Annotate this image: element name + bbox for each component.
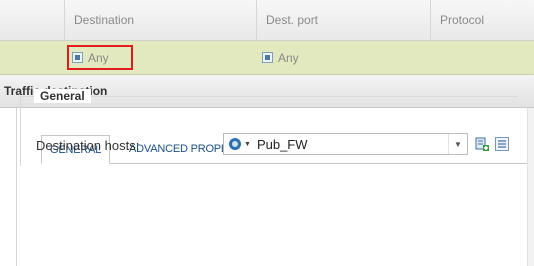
dest-port-value: Any [278, 50, 299, 65]
object-type-caret-icon[interactable]: ▼ [244, 141, 251, 148]
scrollbar[interactable] [527, 108, 534, 266]
column-header-label: Destination [74, 13, 135, 27]
list-button[interactable] [493, 134, 511, 154]
object-icon [262, 52, 273, 63]
column-header-label: Dest. port [266, 13, 319, 27]
add-object-icon [475, 137, 489, 151]
destination-hosts-label: Destination hosts: [36, 138, 140, 153]
host-object-icon [229, 138, 241, 150]
fieldset-legend: General [34, 89, 91, 103]
column-header-protocol[interactable]: Protocol [430, 0, 534, 40]
highlight-box [67, 45, 133, 70]
list-icon [495, 137, 509, 151]
general-fieldset [20, 96, 518, 166]
destination-hosts-value: Pub_FW [256, 136, 308, 152]
dest-port-cell[interactable]: Any [262, 41, 299, 74]
grid-header: Destination Dest. port Protocol [0, 0, 534, 41]
column-header-destination[interactable]: Destination [64, 0, 256, 40]
add-object-button[interactable] [473, 134, 491, 154]
destination-hosts-combo[interactable]: ▼ Pub_FW ▼ [223, 133, 468, 155]
chevron-down-icon[interactable]: ▼ [448, 134, 467, 154]
column-header-dest-port[interactable]: Dest. port [256, 0, 430, 40]
column-header-label: Protocol [440, 13, 485, 27]
